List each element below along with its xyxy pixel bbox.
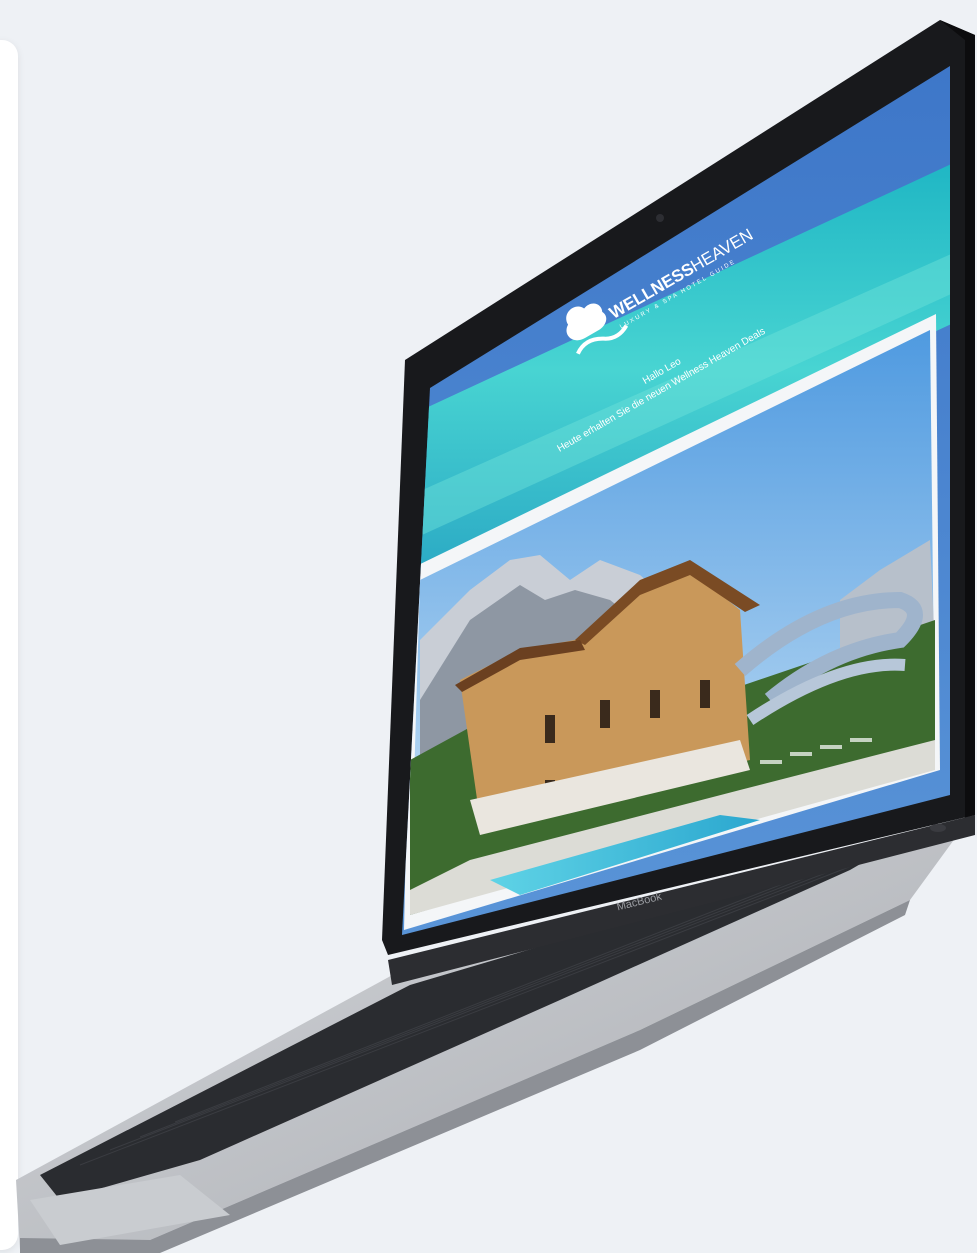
usb-port bbox=[930, 824, 946, 832]
camera-icon bbox=[656, 214, 664, 222]
laptop-mockup: WELLNESS HEAVEN LUXURY & SPA HOTEL GUIDE… bbox=[16, 20, 975, 1253]
